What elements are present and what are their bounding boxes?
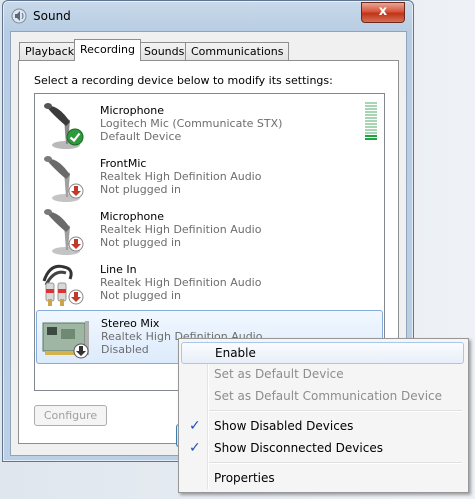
list-item-device[interactable]: FrontMic Realtek High Definition Audio N…: [36, 151, 383, 203]
menu-item-label: Set as Default Device: [214, 367, 344, 381]
unplugged-arrow-badge: [68, 289, 84, 305]
close-icon: x: [378, 4, 388, 19]
device-driver: Logitech Mic (Communicate STX): [100, 117, 283, 130]
device-driver: Realtek High Definition Audio: [100, 276, 262, 289]
tab-sounds[interactable]: Sounds: [138, 42, 191, 60]
tab-recording[interactable]: Recording: [74, 39, 142, 61]
device-name: Microphone: [100, 210, 165, 223]
close-button[interactable]: x: [361, 2, 405, 23]
menu-item-enable[interactable]: Enable: [181, 342, 464, 364]
instruction-text: Select a recording device below to modif…: [34, 74, 333, 87]
menu-item-properties[interactable]: Properties: [181, 468, 464, 488]
menu-item-label: Set as Default Communication Device: [214, 389, 443, 403]
device-driver: Realtek High Definition Audio: [100, 170, 262, 183]
checkmark-icon: ✓: [189, 440, 201, 456]
menu-item-label: Enable: [215, 346, 256, 360]
list-item-device[interactable]: Microphone Realtek High Definition Audio…: [36, 204, 383, 256]
context-menu: Enable Set as Default Device Set as Defa…: [178, 338, 469, 493]
device-status: Not plugged in: [100, 289, 182, 302]
menu-separator: [209, 462, 462, 464]
device-name: Line In: [100, 263, 137, 276]
menu-item-show-disabled-devices[interactable]: ✓ Show Disabled Devices: [181, 416, 464, 436]
menu-separator: [209, 410, 462, 412]
level-meter: [365, 102, 377, 144]
menu-item-label: Show Disabled Devices: [214, 419, 354, 433]
speaker-icon: [11, 8, 27, 24]
unplugged-arrow-badge: [68, 236, 84, 252]
list-item-device[interactable]: Microphone Logitech Mic (Communicate STX…: [36, 98, 383, 150]
device-status: Disabled: [101, 343, 149, 356]
checkmark-icon: ✓: [189, 418, 201, 434]
unplugged-arrow-badge: [68, 183, 84, 199]
window-title: Sound: [33, 9, 71, 23]
menu-item-label: Properties: [214, 471, 275, 485]
title-bar[interactable]: Sound x: [3, 1, 413, 31]
menu-item-set-default-communication-device[interactable]: Set as Default Communication Device: [181, 386, 464, 406]
device-name: FrontMic: [100, 157, 147, 170]
menu-item-label: Show Disconnected Devices: [214, 441, 383, 455]
menu-item-set-default-device[interactable]: Set as Default Device: [181, 364, 464, 384]
device-driver: Realtek High Definition Audio: [100, 223, 262, 236]
tab-playback[interactable]: Playback: [19, 42, 81, 60]
configure-button[interactable]: Configure: [34, 405, 107, 426]
device-status: Not plugged in: [100, 236, 182, 249]
disabled-arrow-badge: [73, 343, 89, 359]
device-name: Stereo Mix: [101, 317, 160, 330]
menu-item-show-disconnected-devices[interactable]: ✓ Show Disconnected Devices: [181, 438, 464, 458]
device-status: Not plugged in: [100, 183, 182, 196]
list-item-device[interactable]: Line In Realtek High Definition Audio No…: [36, 257, 383, 309]
device-status: Default Device: [100, 130, 182, 143]
device-name: Microphone: [100, 104, 165, 117]
tab-communications[interactable]: Communications: [185, 42, 290, 60]
default-check-badge: [66, 128, 84, 146]
